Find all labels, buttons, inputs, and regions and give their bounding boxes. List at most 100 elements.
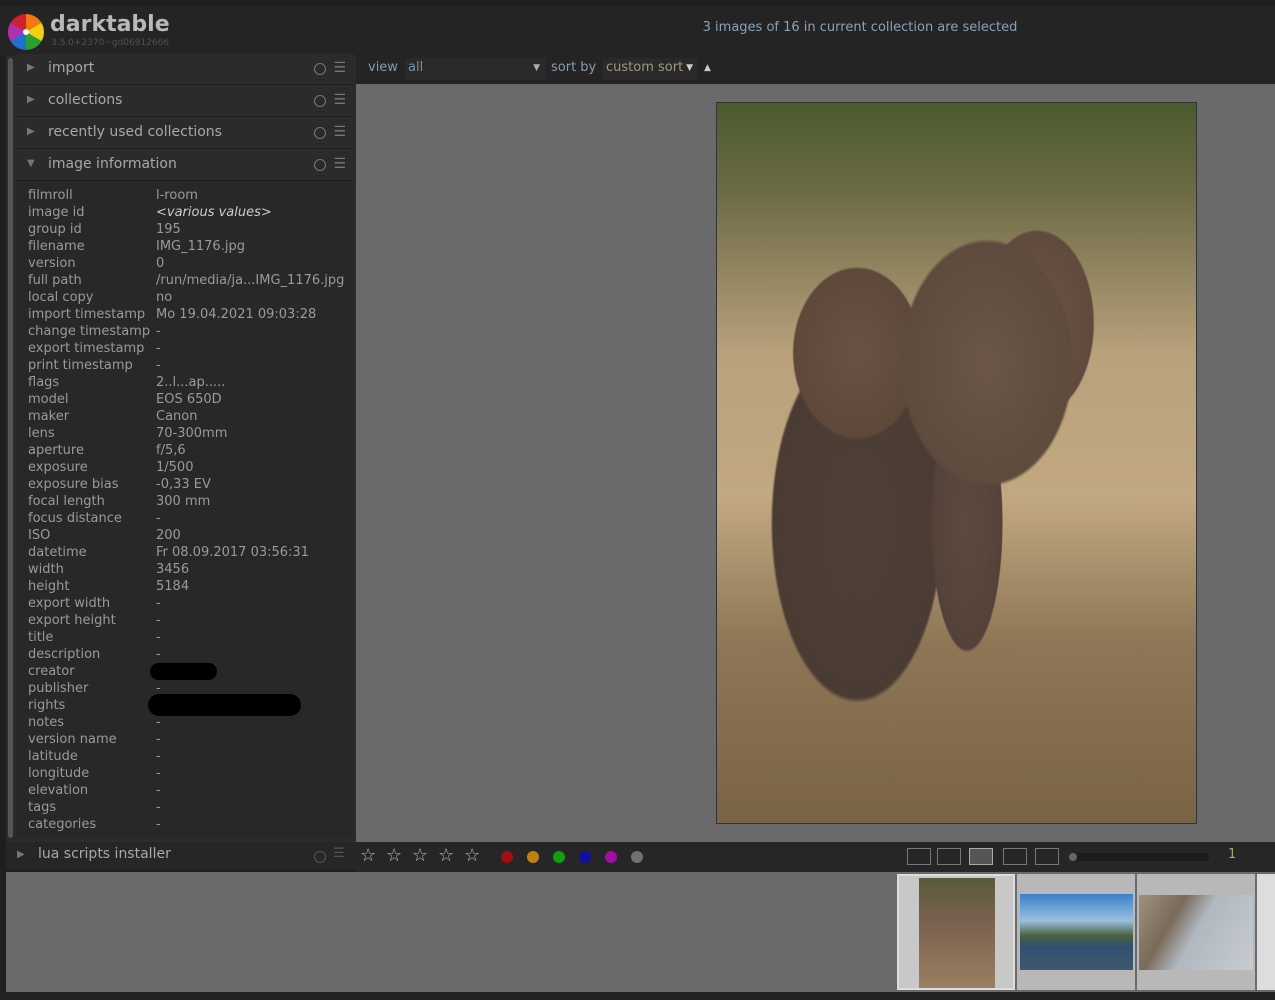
color-label-gray[interactable] — [631, 851, 643, 863]
left-panel-scrollbar[interactable] — [8, 58, 13, 838]
module-image-information[interactable]: ▼ image information ☰ — [16, 150, 354, 181]
expand-arrow-icon: ▶ — [17, 849, 25, 860]
info-value: f/5,6 — [156, 443, 186, 458]
info-label: description — [28, 647, 101, 662]
info-value: l-room — [156, 188, 198, 203]
info-value: 2..l...ap..... — [156, 375, 226, 390]
reset-icon[interactable] — [314, 159, 326, 171]
bottom-toolbar: ☆ ☆ ☆ ☆ ☆ 1 — [356, 842, 1275, 872]
info-value: - — [156, 647, 161, 662]
darktable-logo-icon — [8, 14, 44, 50]
slider-handle[interactable] — [1069, 853, 1077, 861]
presets-icon[interactable]: ☰ — [333, 92, 346, 108]
info-label: local copy — [28, 290, 94, 305]
thumb-image — [1020, 894, 1133, 970]
app-version: 3.5.0+2370~gd06912666 — [51, 38, 170, 48]
info-value: - — [156, 630, 161, 645]
info-label: latitude — [28, 749, 78, 764]
color-label-red[interactable] — [501, 851, 513, 863]
view-dropdown[interactable]: all ▼ — [405, 58, 546, 80]
info-label: creator — [28, 664, 75, 679]
module-label: import — [48, 60, 95, 76]
info-label: export timestamp — [28, 341, 145, 356]
info-label: maker — [28, 409, 70, 424]
info-value: -0,33 EV — [156, 477, 211, 492]
reset-icon[interactable] — [314, 63, 326, 75]
sort-value: custom sort — [606, 60, 684, 75]
presets-icon[interactable]: ☰ — [333, 846, 345, 861]
presets-icon[interactable]: ☰ — [333, 124, 346, 140]
info-value: - — [156, 715, 161, 730]
color-label-green[interactable] — [553, 851, 565, 863]
info-label: longitude — [28, 766, 90, 781]
info-value: no — [156, 290, 173, 305]
info-value: 200 — [156, 528, 181, 543]
culling-dynamic-layout-icon[interactable] — [1003, 848, 1027, 865]
filmstrip-thumb-1[interactable] — [897, 874, 1015, 990]
info-label: filmroll — [28, 188, 73, 203]
info-label: export width — [28, 596, 111, 611]
lua-scripts-installer-module[interactable]: ▶ lua scripts installer ☰ — [6, 842, 356, 870]
info-value: - — [156, 783, 161, 798]
culling-layout-icon[interactable] — [969, 848, 993, 865]
info-label: flags — [28, 375, 60, 390]
info-value: 70-300mm — [156, 426, 228, 441]
view-label: view — [368, 60, 398, 75]
info-label: model — [28, 392, 69, 407]
info-label: notes — [28, 715, 65, 730]
info-label: exposure bias — [28, 477, 119, 492]
app-name: darktable — [50, 12, 170, 37]
filemanager-layout-icon[interactable] — [907, 848, 931, 865]
star-3-icon[interactable]: ☆ — [412, 845, 428, 866]
filmstrip-thumb-4[interactable] — [1257, 874, 1275, 990]
info-value: - — [156, 613, 161, 628]
module-import[interactable]: ▶ import ☰ — [16, 54, 354, 85]
info-label: datetime — [28, 545, 87, 560]
zoom-slider[interactable] — [1069, 853, 1209, 861]
elephant-photo[interactable] — [716, 102, 1197, 824]
zoomable-layout-icon[interactable] — [937, 848, 961, 865]
star-5-icon[interactable]: ☆ — [464, 845, 480, 866]
info-value: - — [156, 732, 161, 747]
color-label-yellow[interactable] — [527, 851, 539, 863]
module-recently-used-collections[interactable]: ▶ recently used collections ☰ — [16, 118, 354, 149]
sort-dropdown[interactable]: custom sort ▼ — [603, 58, 697, 80]
module-collections[interactable]: ▶ collections ☰ — [16, 86, 354, 117]
reset-icon[interactable] — [314, 95, 326, 107]
star-1-icon[interactable]: ☆ — [360, 845, 376, 866]
color-label-purple[interactable] — [605, 851, 617, 863]
view-value: all — [408, 60, 424, 75]
reset-icon[interactable] — [314, 851, 326, 863]
info-value: - — [156, 749, 161, 764]
info-value: 0 — [156, 256, 165, 271]
info-label: version — [28, 256, 76, 271]
info-label: group id — [28, 222, 82, 237]
collapse-arrow-icon: ▼ — [27, 158, 35, 169]
redaction-creator — [150, 663, 217, 680]
filmstrip-thumb-3[interactable] — [1137, 874, 1255, 990]
info-value: - — [156, 817, 161, 832]
sort-by-label: sort by — [551, 60, 597, 75]
info-label: aperture — [28, 443, 84, 458]
zoom-count[interactable]: 1 — [1228, 847, 1236, 862]
info-value: 5184 — [156, 579, 190, 594]
star-4-icon[interactable]: ☆ — [438, 845, 454, 866]
info-label: version name — [28, 732, 117, 747]
color-label-blue[interactable] — [579, 851, 591, 863]
presets-icon[interactable]: ☰ — [333, 156, 346, 172]
sort-order-icon[interactable]: ▲ — [704, 63, 711, 73]
thumb-image — [919, 878, 995, 988]
preview-layout-icon[interactable] — [1035, 848, 1059, 865]
info-value: - — [156, 766, 161, 781]
info-label: tags — [28, 800, 57, 815]
presets-icon[interactable]: ☰ — [333, 60, 346, 76]
info-value: 3456 — [156, 562, 190, 577]
info-label: height — [28, 579, 70, 594]
filmstrip-thumb-2[interactable] — [1017, 874, 1135, 990]
star-2-icon[interactable]: ☆ — [386, 845, 402, 866]
info-label: full path — [28, 273, 82, 288]
module-label: lua scripts installer — [38, 846, 171, 862]
info-label: exposure — [28, 460, 88, 475]
reset-icon[interactable] — [314, 127, 326, 139]
chevron-down-icon: ▼ — [686, 63, 693, 73]
